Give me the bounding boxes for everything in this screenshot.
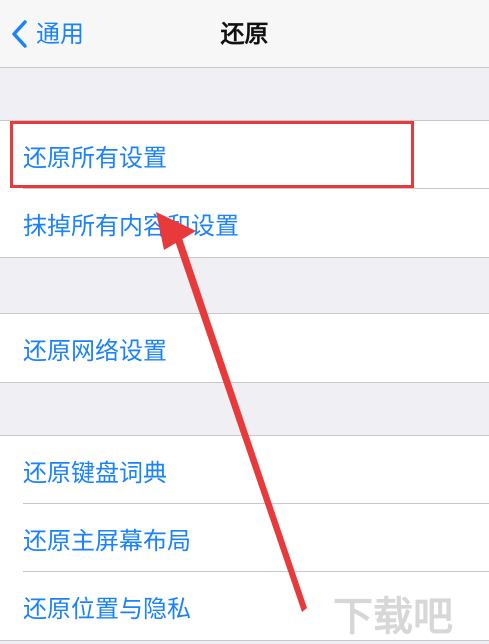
- reset-group-1: 还原所有设置 抹掉所有内容和设置: [0, 120, 489, 258]
- cell-label: 还原网络设置: [23, 336, 167, 365]
- reset-keyboard-dictionary-cell[interactable]: 还原键盘词典: [0, 436, 489, 504]
- reset-group-2: 还原网络设置: [0, 313, 489, 383]
- cell-label: 抹掉所有内容和设置: [23, 211, 239, 240]
- cell-label: 还原键盘词典: [23, 458, 167, 487]
- reset-location-privacy-cell[interactable]: 还原位置与隐私: [0, 572, 489, 640]
- reset-network-settings-cell[interactable]: 还原网络设置: [0, 314, 489, 382]
- reset-group-3: 还原键盘词典 还原主屏幕布局 还原位置与隐私: [0, 435, 489, 641]
- cell-label: 还原主屏幕布局: [23, 526, 191, 555]
- reset-home-screen-layout-cell[interactable]: 还原主屏幕布局: [0, 504, 489, 572]
- page-title: 还原: [220, 20, 269, 48]
- cell-label: 还原所有设置: [23, 143, 167, 172]
- reset-all-settings-cell[interactable]: 还原所有设置: [0, 121, 489, 189]
- erase-all-content-cell[interactable]: 抹掉所有内容和设置: [0, 189, 489, 257]
- navigation-bar: 通用 还原: [0, 0, 489, 68]
- cell-label: 还原位置与隐私: [23, 594, 191, 623]
